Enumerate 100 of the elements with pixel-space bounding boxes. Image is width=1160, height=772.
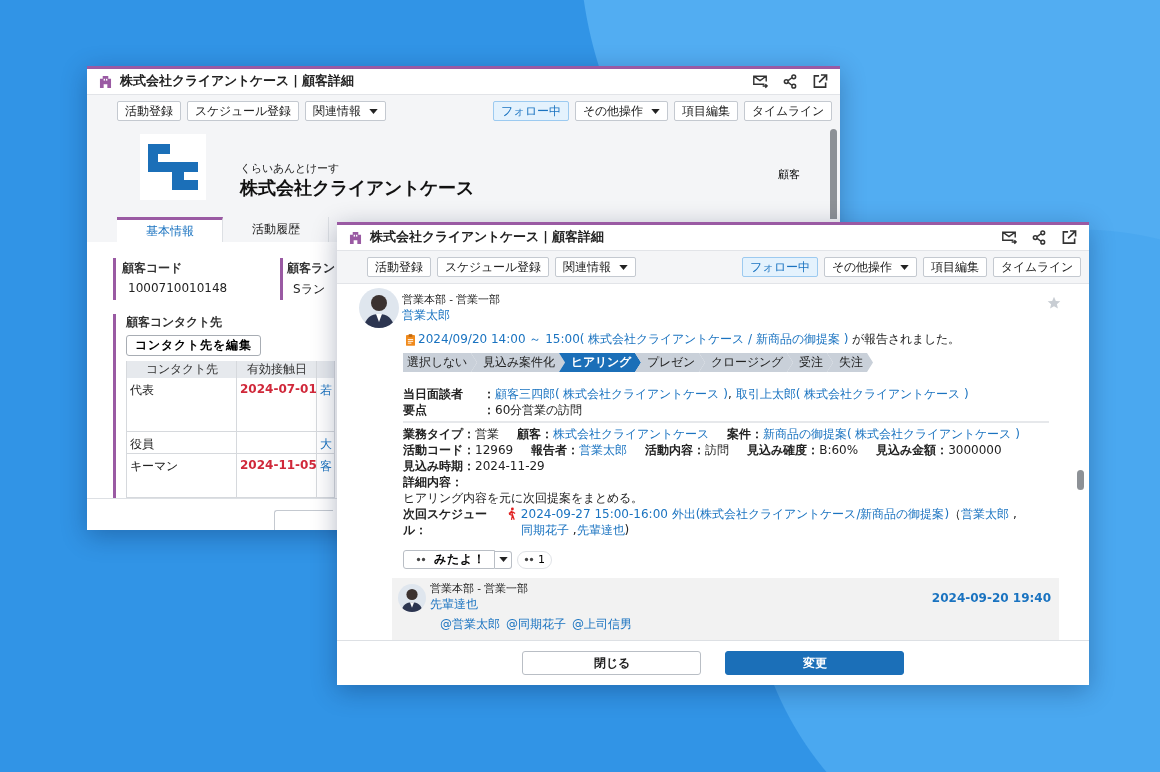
toolbar-button[interactable]: 項目編集 — [674, 101, 738, 121]
scrollbar[interactable] — [830, 129, 837, 219]
toolbar-button[interactable]: スケジュール登録 — [437, 257, 549, 277]
toolbar-button[interactable]: 活動登録 — [367, 257, 431, 277]
toolbar-button[interactable]: タイムライン — [744, 101, 832, 121]
department-label: 営業本部 - 営業一部 — [402, 292, 501, 307]
field-label: 案件： — [727, 427, 763, 441]
field-value: 訪問 — [705, 443, 730, 457]
toolbar-button[interactable]: 活動登録 — [117, 101, 181, 121]
mail-icon[interactable] — [752, 74, 768, 89]
mention-link[interactable]: @営業太郎 — [440, 616, 500, 633]
field-label: 見込み時期： — [403, 459, 475, 473]
field-label: 詳細内容： — [403, 474, 464, 490]
field-value: 12969 — [475, 443, 514, 457]
toolbar-button[interactable]: タイムライン — [993, 257, 1081, 277]
clipboard-icon — [406, 333, 415, 346]
field-label: 顧客コード — [122, 260, 183, 277]
report-message: 2024/09/20 14:00 ～ 15:00( 株式会社クライアントケース / 新商品の御提案 ) が報告されました。 — [418, 331, 961, 348]
window-title: 株式会社クライアントケース | 顧客詳細 — [370, 229, 605, 246]
schedule-text: 2024-09-27 15:00-16:00 外出(株式会社クライアントケース/新商品の御提案)（営業太郎 , 同期花子 ,先輩達也) — [520, 506, 1018, 538]
field-label: 顧客ラン — [287, 260, 335, 277]
caret-icon — [369, 108, 378, 114]
reaction-count[interactable]: 1 — [517, 550, 552, 569]
field-label: 要点 — [403, 402, 428, 418]
field-label: 顧客： — [517, 427, 553, 441]
menu-button[interactable]: 関連情報 — [305, 101, 386, 121]
column-header: コンタクト先 — [127, 361, 237, 378]
stage-step[interactable]: 選択しない — [403, 353, 477, 372]
colon-separator: ： — [483, 386, 495, 402]
section-title: 顧客コンタクト先 — [126, 314, 222, 331]
field-label: 当日面談者 — [403, 386, 464, 402]
save-button[interactable]: 変更 — [725, 651, 904, 675]
star-icon[interactable] — [1047, 296, 1061, 310]
field-label: 活動内容： — [645, 443, 706, 457]
menu-button[interactable]: 関連情報 — [555, 257, 636, 277]
table-cell: 大 — [317, 432, 335, 454]
menu-button[interactable]: その他操作 — [824, 257, 917, 277]
field-label: 業務タイプ： — [403, 427, 475, 441]
field-label: 見込み確度： — [747, 443, 820, 457]
field-label: 次回スケジュール： — [403, 506, 488, 538]
author-link[interactable]: 営業太郎 — [402, 306, 501, 324]
field-link[interactable]: 株式会社クライアントケース — [553, 427, 709, 441]
schedule-link[interactable]: 同期花子 — [520, 523, 569, 537]
window-title: 株式会社クライアントケース | 顧客詳細 — [120, 73, 355, 90]
stage-step[interactable]: クロージング — [699, 353, 793, 372]
customer-type-label: 顧客 — [778, 166, 800, 182]
avatar-icon — [398, 583, 426, 612]
building-icon — [349, 231, 362, 244]
scrollbar-thumb[interactable] — [1077, 470, 1084, 490]
avatar-icon — [359, 288, 399, 328]
stage-step[interactable]: プレゼン — [635, 353, 705, 372]
field-value: 2024-11-29 — [475, 459, 545, 473]
external-link-icon[interactable] — [812, 74, 828, 89]
contact-link[interactable]: 顧客三四郎( 株式会社クライアントケース ) — [495, 387, 728, 401]
mail-icon[interactable] — [1001, 230, 1017, 245]
caret-icon — [619, 264, 628, 270]
caret-icon — [900, 264, 909, 270]
toolbar-button[interactable]: 項目編集 — [923, 257, 987, 277]
field-link[interactable]: 営業太郎 — [579, 443, 628, 457]
comment-time: 2024-09-20 19:40 — [931, 590, 1051, 605]
field-value: 営業 — [475, 427, 499, 441]
building-icon — [99, 75, 112, 88]
reaction-button[interactable]: みたよ！ — [403, 550, 495, 569]
department-label: 営業本部 - 営業一部 — [430, 582, 529, 596]
close-button[interactable]: 閉じる — [522, 651, 701, 675]
mention-link[interactable]: @同期花子 — [506, 616, 566, 633]
eyes-icon — [524, 557, 534, 562]
company-furigana: くらいあんとけーす — [240, 161, 340, 176]
edit-contacts-button[interactable]: コンタクト先を編集 — [126, 335, 261, 356]
field-label: 活動コード： — [403, 443, 475, 457]
field-value: 1000710010148 — [127, 281, 229, 295]
schedule-link[interactable]: 2024-09-27 15:00-16:00 外出(株式会社クライアントケース/新商品の御提案) — [520, 507, 950, 521]
walking-person-icon — [506, 507, 516, 520]
external-link-icon[interactable] — [1061, 230, 1077, 245]
field-link[interactable]: 新商品の御提案( 株式会社クライアントケース ) — [763, 427, 1020, 441]
schedule-link[interactable]: 営業太郎 — [961, 507, 1010, 521]
contact-link[interactable]: 取引上太郎( 株式会社クライアントケース ) — [735, 387, 969, 401]
follow-toggle[interactable]: フォロー中 — [742, 257, 818, 277]
stage-step[interactable]: 見込み案件化 — [471, 353, 565, 372]
menu-button[interactable]: その他操作 — [575, 101, 668, 121]
share-icon[interactable] — [782, 74, 798, 89]
author-link[interactable]: 先輩達也 — [430, 596, 529, 613]
stage-step[interactable]: 失注 — [827, 353, 873, 372]
follow-toggle[interactable]: フォロー中 — [493, 101, 569, 121]
reaction-menu-button[interactable] — [495, 550, 512, 569]
caret-icon — [498, 557, 508, 562]
tab[interactable]: 基本情報 — [117, 217, 223, 242]
field-value: 顧客三四郎( 株式会社クライアントケース ), 取引上太郎( 株式会社クライアントケース ) — [495, 386, 970, 402]
activity-link[interactable]: 2024/09/20 14:00 ～ 15:00( 株式会社クライアントケース / 新商品の御提案 ) — [418, 332, 849, 346]
table-cell: 2024-07-01 — [237, 378, 317, 432]
field-value: B:60% — [819, 443, 859, 457]
schedule-link[interactable]: 先輩達也 — [576, 523, 625, 537]
share-icon[interactable] — [1031, 230, 1047, 245]
column-header — [317, 361, 335, 378]
toolbar-button[interactable]: スケジュール登録 — [187, 101, 299, 121]
mention-link[interactable]: @上司信男 — [572, 616, 632, 633]
stage-step[interactable]: ヒアリング — [559, 353, 641, 372]
logo-icon — [140, 134, 206, 200]
table-cell: 代表 — [127, 378, 237, 432]
table-cell: 役員 — [127, 432, 237, 454]
